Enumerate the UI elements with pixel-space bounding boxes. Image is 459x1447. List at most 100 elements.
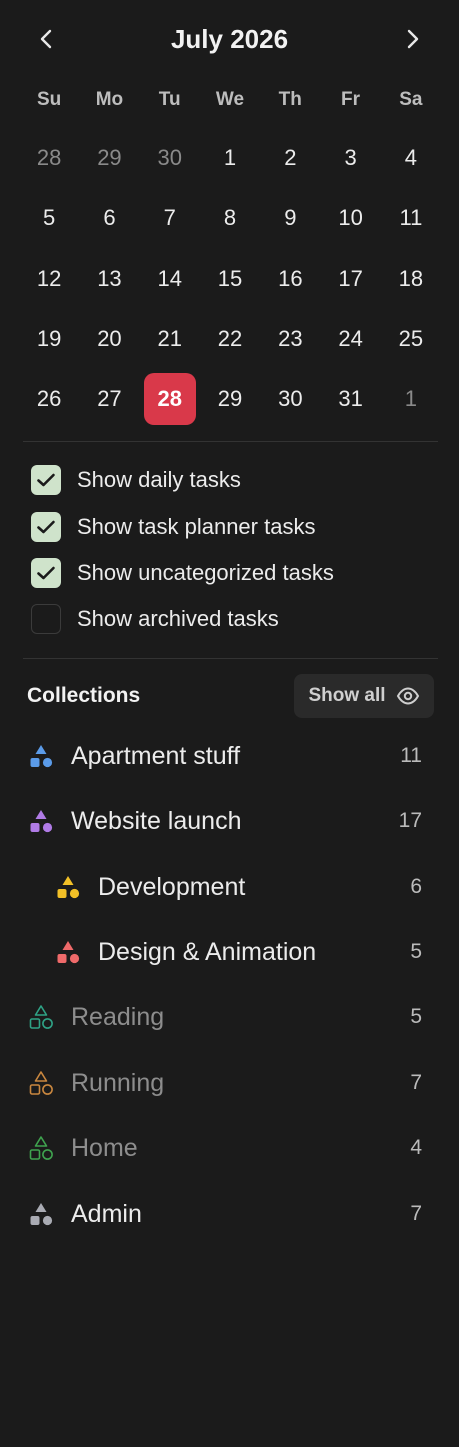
collection-icon xyxy=(28,1201,54,1227)
calendar-day[interactable]: 9 xyxy=(260,188,320,248)
calendar-day[interactable]: 28 xyxy=(19,128,79,188)
collection-name: Apartment stuff xyxy=(71,742,241,770)
collection-reading[interactable]: Reading 5 xyxy=(0,992,459,1042)
collection-running[interactable]: Running 7 xyxy=(0,1058,459,1108)
calendar-day[interactable]: 16 xyxy=(260,249,320,309)
calendar-day[interactable]: 6 xyxy=(79,188,139,248)
collection-website-launch[interactable]: Website launch 17 xyxy=(0,796,459,846)
collection-name: Admin xyxy=(71,1200,142,1228)
calendar-day-today[interactable]: 28 xyxy=(140,369,200,429)
calendar-day[interactable]: 11 xyxy=(381,188,441,248)
weekday-label: Tu xyxy=(158,89,181,110)
calendar-day-number: 24 xyxy=(338,326,363,352)
option-show-daily-tasks[interactable]: Show daily tasks xyxy=(31,465,241,495)
collection-icon xyxy=(55,874,81,900)
collection-admin[interactable]: Admin 7 xyxy=(0,1189,459,1239)
calendar-day[interactable]: 3 xyxy=(320,128,380,188)
calendar-day[interactable]: 14 xyxy=(140,249,200,309)
checkbox-checked[interactable] xyxy=(31,512,61,542)
calendar-day[interactable]: 26 xyxy=(19,369,79,429)
collection-shapes-icon xyxy=(29,1136,53,1160)
weekday-label: Th xyxy=(278,89,302,110)
calendar-day-number: 10 xyxy=(338,205,363,231)
calendar-day[interactable]: 13 xyxy=(79,249,139,309)
collection-icon xyxy=(28,1004,54,1030)
calendar-day[interactable]: 30 xyxy=(260,369,320,429)
calendar-day[interactable]: 29 xyxy=(79,128,139,188)
collection-count: 6 xyxy=(410,875,422,898)
calendar-day[interactable]: 24 xyxy=(320,309,380,369)
option-show-uncategorized-tasks[interactable]: Show uncategorized tasks xyxy=(31,558,334,588)
calendar-day[interactable]: 1 xyxy=(200,128,260,188)
collection-design-and-animation[interactable]: Design & Animation 5 xyxy=(0,927,459,977)
calendar-day-number: 4 xyxy=(404,145,418,171)
calendar-day[interactable]: 31 xyxy=(320,369,380,429)
collection-icon xyxy=(28,1070,54,1096)
calendar-day-number: 28 xyxy=(36,145,62,171)
check-icon xyxy=(37,473,55,487)
calendar-day-number: 23 xyxy=(278,326,303,352)
collection-name: Design & Animation xyxy=(98,938,317,966)
calendar-day[interactable]: 12 xyxy=(19,249,79,309)
calendar-day[interactable]: 19 xyxy=(19,309,79,369)
calendar-day[interactable]: 1 xyxy=(381,369,441,429)
calendar-day[interactable]: 10 xyxy=(320,188,380,248)
option-label: Show archived tasks xyxy=(77,606,279,631)
calendar-day-number: 1 xyxy=(223,145,237,171)
calendar-day-number: 5 xyxy=(43,205,56,231)
calendar-day[interactable]: 22 xyxy=(200,309,260,369)
collection-home[interactable]: Home 4 xyxy=(0,1123,459,1173)
calendar-day[interactable]: 17 xyxy=(320,249,380,309)
calendar-day[interactable]: 29 xyxy=(200,369,260,429)
option-label: Show task planner tasks xyxy=(77,514,316,539)
calendar-day[interactable]: 7 xyxy=(140,188,200,248)
calendar-day-number: 15 xyxy=(217,265,243,291)
calendar-day-number: 13 xyxy=(97,265,122,291)
option-show-task-planner-tasks[interactable]: Show task planner tasks xyxy=(31,512,315,542)
calendar-day[interactable]: 30 xyxy=(140,128,200,188)
option-show-archived-tasks[interactable]: Show archived tasks xyxy=(31,604,279,634)
calendar-day[interactable]: 4 xyxy=(381,128,441,188)
calendar-day-number: 2 xyxy=(284,145,297,171)
collection-shapes-icon xyxy=(30,745,53,768)
checkbox-unchecked[interactable] xyxy=(31,604,61,634)
collection-count: 11 xyxy=(400,744,422,767)
calendar-day[interactable]: 23 xyxy=(260,309,320,369)
show-all-button[interactable]: Show all xyxy=(294,674,434,718)
calendar-day-number: 26 xyxy=(36,386,62,412)
weekday-label: Su xyxy=(37,89,62,110)
calendar-day[interactable]: 25 xyxy=(381,309,441,369)
calendar-day-number: 18 xyxy=(398,265,424,291)
calendar-day-number: 22 xyxy=(217,326,243,352)
calendar-day-number: 7 xyxy=(163,205,176,231)
calendar-day[interactable]: 27 xyxy=(79,369,139,429)
collection-count: 7 xyxy=(410,1071,422,1094)
collection-name: Running xyxy=(71,1069,165,1097)
check-icon xyxy=(37,520,55,534)
divider xyxy=(23,441,438,442)
month-title: July 2026 xyxy=(170,24,289,54)
calendar-day[interactable]: 5 xyxy=(19,188,79,248)
weekday-header-row: Su Mo Tu We Th Fr Sa xyxy=(19,86,441,114)
calendar-day[interactable]: 20 xyxy=(79,309,139,369)
checkbox-checked[interactable] xyxy=(31,465,61,495)
calendar-day-number: 11 xyxy=(399,205,423,231)
calendar-day[interactable]: 2 xyxy=(260,128,320,188)
calendar-day-number: 28 xyxy=(143,373,196,426)
checkbox-checked[interactable] xyxy=(31,558,61,588)
calendar-day[interactable]: 15 xyxy=(200,249,260,309)
collection-name: Development xyxy=(98,873,246,901)
calendar-day[interactable]: 21 xyxy=(140,309,200,369)
collection-apartment-stuff[interactable]: Apartment stuff 11 xyxy=(0,731,459,781)
calendar-day[interactable]: 8 xyxy=(200,188,260,248)
collection-count: 5 xyxy=(410,940,422,963)
collection-shapes-icon xyxy=(57,876,80,899)
weekday-label: Fr xyxy=(341,89,361,110)
next-month-button[interactable] xyxy=(396,22,430,56)
calendar-header: July 2026 xyxy=(0,0,459,78)
collection-development[interactable]: Development 6 xyxy=(0,862,459,912)
calendar-day-number: 27 xyxy=(97,386,122,412)
calendar-day-number: 14 xyxy=(157,265,182,291)
divider xyxy=(23,658,438,659)
calendar-day[interactable]: 18 xyxy=(381,249,441,309)
